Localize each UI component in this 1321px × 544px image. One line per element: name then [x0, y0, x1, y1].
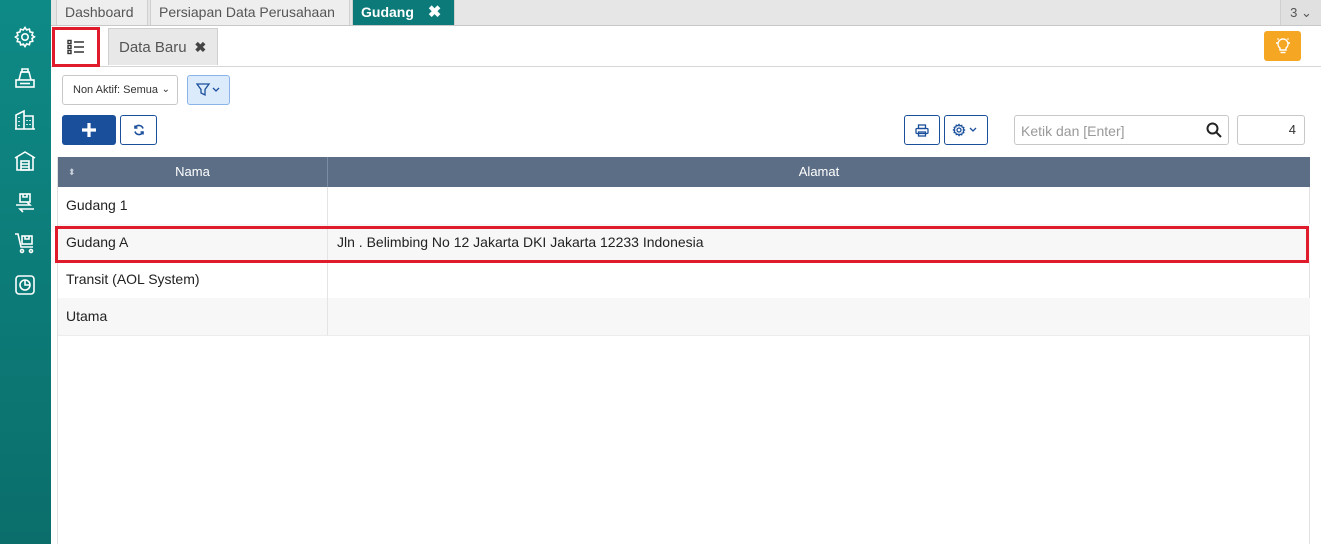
tab-data-baru[interactable]: Data Baru ✖	[108, 28, 218, 65]
inventory-transfer-icon[interactable]	[11, 188, 39, 216]
column-label: Nama	[175, 164, 210, 179]
table-row[interactable]: Transit (AOL System)	[58, 261, 1310, 299]
top-tab-bar: Dashboard Persiapan Data Perusahaan Guda…	[51, 0, 1321, 26]
tab-label: Persiapan Data Perusahaan	[159, 4, 335, 20]
column-header-nama[interactable]: ⬍ Nama	[58, 157, 328, 187]
tab-gudang[interactable]: Gudang ✖	[352, 0, 455, 25]
close-tab-icon[interactable]: ✖	[428, 0, 441, 25]
data-grid: ⬍ Nama Alamat Gudang 1 Gudang A Jln . Be…	[55, 157, 1310, 544]
list-icon	[67, 39, 84, 55]
grid-header: ⬍ Nama Alamat	[58, 157, 1310, 187]
cell-alamat	[337, 261, 1297, 298]
cell-nama: Gudang 1	[58, 187, 328, 224]
status-filter-select[interactable]: Non Aktif: Semua ⌄	[62, 75, 178, 105]
printer-icon	[915, 123, 929, 137]
print-button[interactable]	[904, 115, 940, 145]
cash-register-icon[interactable]	[11, 64, 39, 92]
cell-nama: Utama	[58, 298, 328, 335]
settings-gear-icon[interactable]	[11, 23, 39, 51]
list-view-button[interactable]	[52, 27, 100, 67]
add-button[interactable]	[62, 115, 116, 145]
sub-tab-bar: Data Baru ✖	[51, 26, 1321, 67]
gear-icon	[952, 123, 977, 137]
cell-nama: Gudang A	[58, 224, 328, 261]
cell-nama: Transit (AOL System)	[58, 261, 328, 298]
advanced-filter-button[interactable]	[187, 75, 230, 105]
table-row[interactable]: Gudang 1	[58, 187, 1310, 225]
column-label: Alamat	[798, 164, 840, 179]
report-chart-icon[interactable]	[11, 271, 39, 299]
search-icon[interactable]	[1206, 122, 1222, 138]
tab-count-dropdown[interactable]: 3 ⌄	[1280, 0, 1321, 25]
filter-value: Non Aktif: Semua	[73, 84, 158, 96]
column-header-alamat[interactable]: Alamat	[328, 157, 1310, 187]
building-icon[interactable]	[11, 106, 39, 134]
search-input[interactable]	[1015, 116, 1203, 146]
plus-icon	[82, 123, 96, 137]
cell-alamat	[337, 187, 1297, 224]
table-row[interactable]: Utama	[58, 298, 1310, 336]
refresh-button[interactable]	[120, 115, 157, 145]
tab-dashboard[interactable]: Dashboard	[56, 0, 148, 25]
cell-alamat	[337, 298, 1297, 335]
search-box	[1014, 115, 1229, 146]
settings-dropdown-button[interactable]	[944, 115, 988, 145]
sort-icon[interactable]: ⬍	[68, 157, 76, 187]
close-icon[interactable]: ✖	[195, 39, 207, 55]
main-content: Data Baru ✖ Non Aktif: Semua ⌄ Ketik dan…	[51, 26, 1321, 544]
chevron-down-icon: ⌄	[161, 84, 170, 95]
subtab-label: Data Baru	[119, 39, 187, 56]
tab-persiapan-data-perusahaan[interactable]: Persiapan Data Perusahaan	[150, 0, 350, 25]
warehouse-icon[interactable]	[11, 147, 39, 175]
tab-label: Dashboard	[65, 4, 134, 20]
tab-label: Gudang	[361, 4, 414, 20]
shopping-cart-icon[interactable]	[11, 229, 39, 257]
cell-alamat: Jln . Belimbing No 12 Jakarta DKI Jakart…	[337, 234, 704, 250]
table-row[interactable]: Gudang A Jln . Belimbing No 12 Jakarta D…	[58, 224, 1310, 262]
tips-button[interactable]	[1264, 31, 1301, 61]
record-count: 4	[1237, 115, 1305, 145]
sidebar	[0, 0, 51, 544]
filter-funnel-icon	[195, 83, 219, 97]
refresh-icon	[133, 124, 144, 136]
lightbulb-icon	[1275, 38, 1290, 54]
